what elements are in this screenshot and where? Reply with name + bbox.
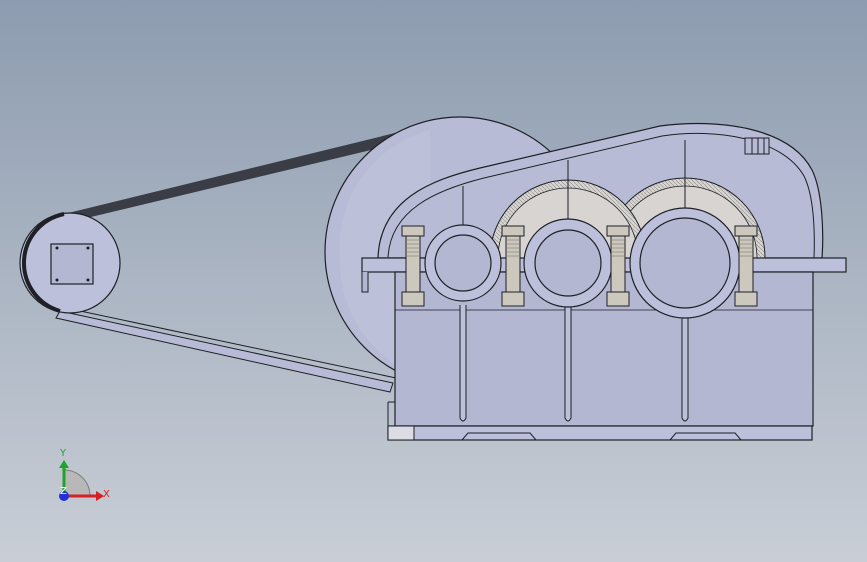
- rib: [459, 305, 467, 422]
- bearing-bore-mid: [534, 229, 602, 297]
- model-scene[interactable]: X Y Z: [0, 0, 867, 562]
- hub-bolt: [55, 278, 59, 282]
- triad-z-label: Z: [60, 486, 67, 497]
- bearing-bore-output: [639, 217, 731, 309]
- rib: [681, 310, 689, 422]
- graphics-viewport[interactable]: X Y Z: [0, 0, 867, 562]
- flange-hook: [361, 272, 369, 293]
- hub-bolt: [86, 246, 90, 250]
- hub-bolt: [55, 246, 59, 250]
- bearing-bore-input: [434, 234, 492, 292]
- triad-y-label: Y: [59, 448, 67, 459]
- motor-pulley-hub: [50, 243, 94, 285]
- inspection-hatch: [744, 137, 770, 155]
- rib: [564, 305, 572, 422]
- triad-x-label: X: [103, 489, 110, 500]
- base-foot-left: [387, 425, 415, 441]
- hub-bolt: [86, 278, 90, 282]
- base-foot: [387, 425, 813, 441]
